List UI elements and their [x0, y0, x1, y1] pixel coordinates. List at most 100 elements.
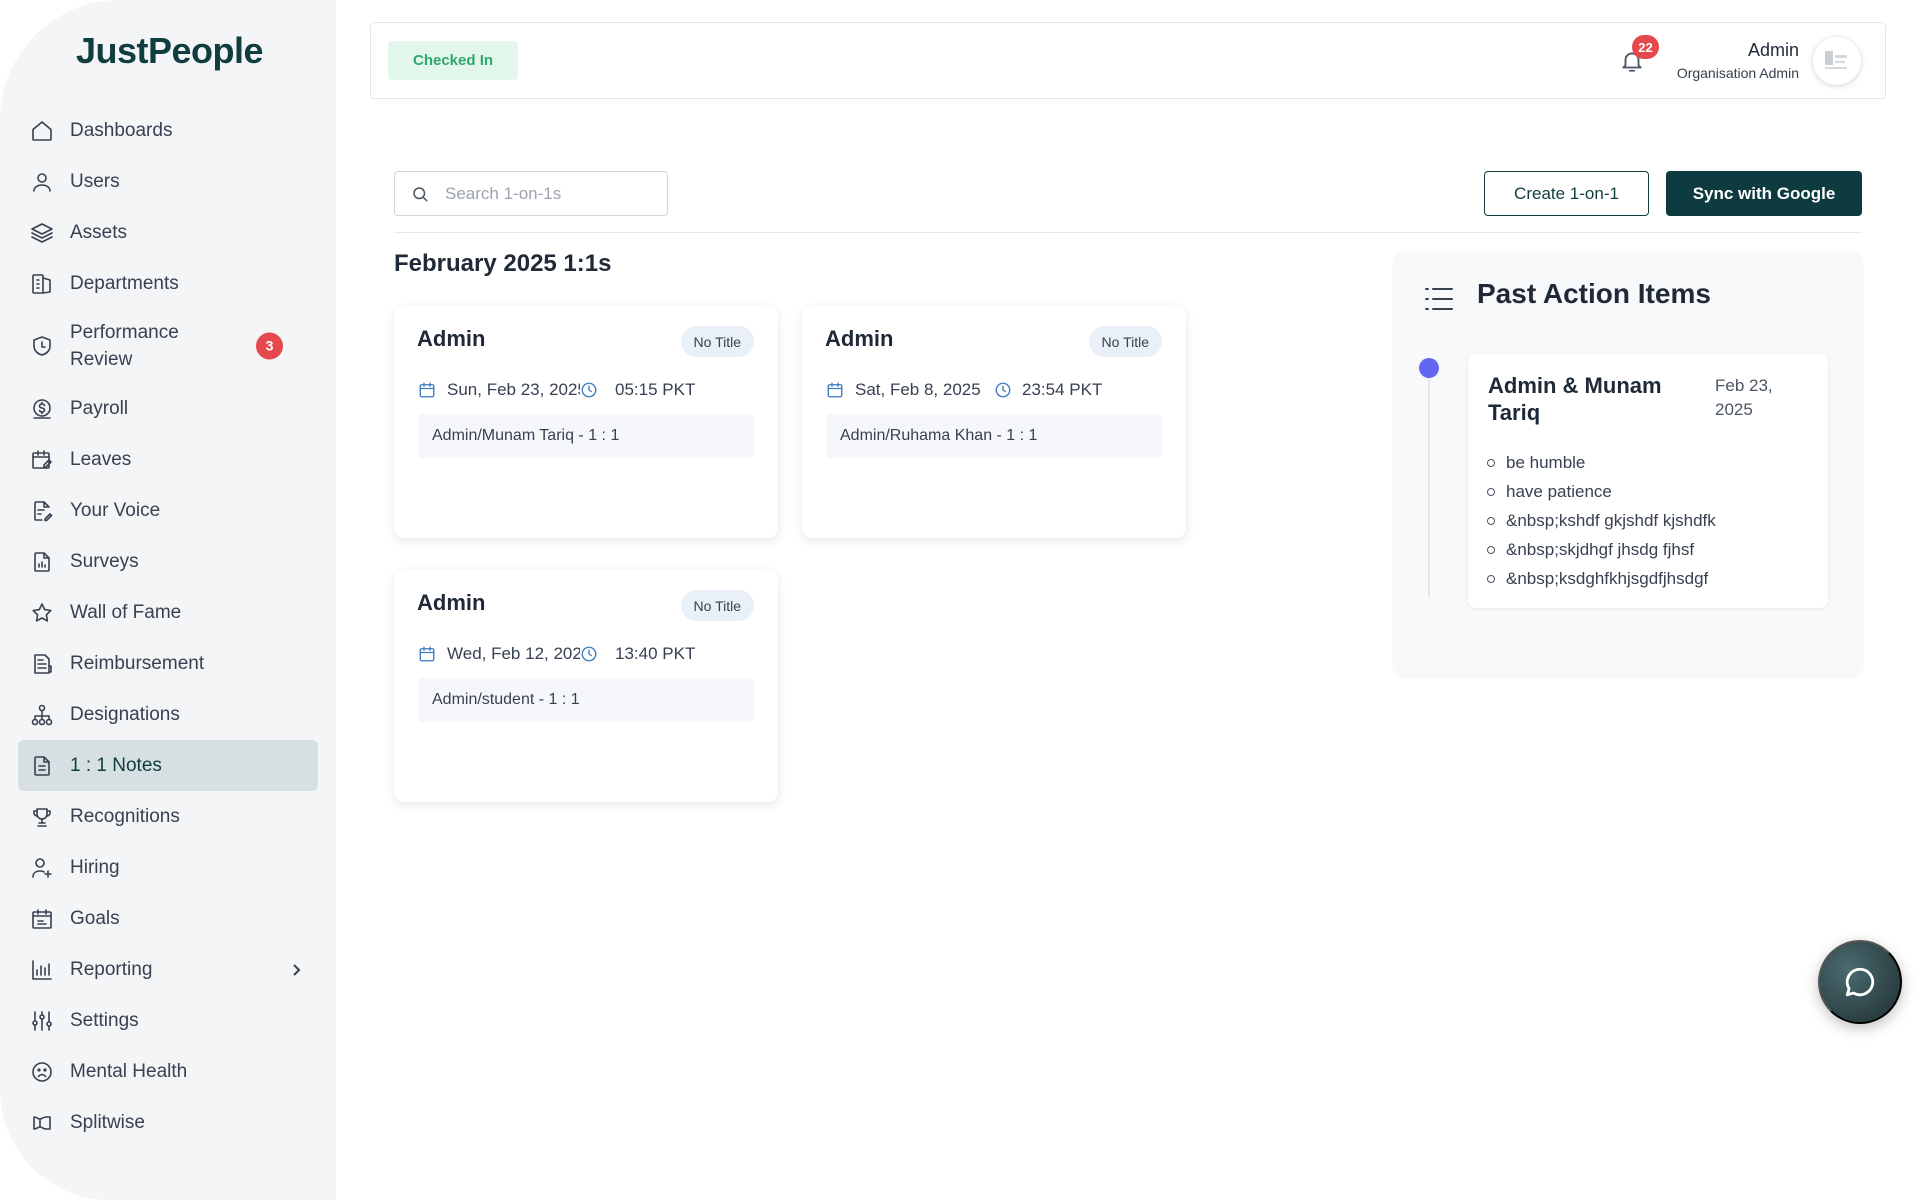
brand-logo[interactable]: JustPeople — [76, 30, 264, 72]
list-item: &nbsp;kshdf gkjshdf kjshdfk — [1487, 506, 1716, 535]
sidebar-item-leaves[interactable]: Leaves — [18, 434, 318, 485]
sidebar-item-label: Splitwise — [70, 1111, 145, 1133]
receipt-icon — [30, 652, 54, 676]
sidebar-item-recognitions[interactable]: Recognitions — [18, 791, 318, 842]
user-role: Organisation Admin — [1676, 65, 1799, 81]
sidebar-item-label: Leaves — [70, 448, 132, 470]
shield-icon — [30, 334, 54, 358]
sidebar-item-label: Departments — [70, 272, 179, 294]
card-datetime: Sun, Feb 23, 2025 05:15 PKT — [418, 378, 758, 402]
notification-count-badge: 22 — [1632, 35, 1659, 59]
survey-icon — [30, 550, 54, 574]
search-input[interactable] — [445, 172, 655, 215]
calendar-icon — [418, 645, 436, 663]
notes-icon — [30, 754, 54, 778]
sidebar: JustPeople Dashboards Users Assets Depar… — [0, 0, 336, 1200]
sidebar-item-hiring[interactable]: Hiring — [18, 842, 318, 893]
user-info[interactable]: Admin Organisation Admin — [1677, 38, 1799, 84]
sidebar-item-label: Mental Health — [70, 1060, 188, 1082]
page-title: February 2025 1:1s — [394, 250, 612, 277]
card-host-name: Admin — [417, 326, 486, 351]
sidebar-item-reporting[interactable]: Reporting — [18, 944, 318, 995]
sidebar-item-goals[interactable]: Goals — [18, 893, 318, 944]
calendar-check-icon — [30, 907, 54, 931]
sidebar-item-mental-health[interactable]: Mental Health — [18, 1046, 318, 1097]
card-datetime: Sat, Feb 8, 2025 23:54 PKT — [826, 378, 1166, 402]
calendar-edit-icon — [30, 448, 54, 472]
meeting-card[interactable]: Admin No Title Sun, Feb 23, 2025 05:15 P… — [394, 306, 778, 538]
card-title-tag: No Title — [680, 590, 754, 621]
sidebar-item-label: Users — [70, 170, 120, 192]
sidebar-item-label: Payroll — [70, 397, 129, 419]
sidebar-item-splitwise[interactable]: Splitwise — [18, 1097, 318, 1148]
past-action-items-panel: Past Action Items Admin & Munam Tariq Fe… — [1394, 252, 1862, 676]
list-icon — [1424, 286, 1454, 312]
card-title-tag: No Title — [1088, 326, 1162, 357]
sidebar-item-label: 1 : 1 Notes — [70, 754, 162, 776]
chat-button[interactable] — [1818, 940, 1902, 1024]
sidebar-item-label: Settings — [70, 1009, 139, 1031]
sidebar-item-your-voice[interactable]: Your Voice — [18, 485, 318, 536]
card-date: Sat, Feb 8, 2025 — [855, 380, 981, 399]
sidebar-item-dashboards[interactable]: Dashboards — [18, 105, 318, 156]
trophy-icon — [30, 805, 54, 829]
checked-in-status-badge[interactable]: Checked In — [388, 41, 519, 80]
sidebar-item-users[interactable]: Users — [18, 156, 318, 207]
sidebar-item-reimbursement[interactable]: Reimbursement — [18, 638, 318, 689]
sync-with-google-button[interactable]: Sync with Google — [1666, 171, 1862, 216]
create-one-on-one-button[interactable]: Create 1-on-1 — [1484, 171, 1649, 216]
calendar-icon — [826, 381, 844, 399]
sidebar-item-payroll[interactable]: Payroll — [18, 383, 318, 434]
sidebar-item-one-on-one-notes[interactable]: 1 : 1 Notes — [18, 740, 318, 791]
card-time: 23:54 PKT — [1022, 380, 1103, 399]
sidebar-item-designations[interactable]: Designations — [18, 689, 318, 740]
layers-icon — [30, 221, 54, 245]
star-icon — [30, 601, 54, 625]
meeting-card[interactable]: Admin No Title Sat, Feb 8, 2025 23:54 PK… — [802, 306, 1186, 538]
departments-icon — [30, 272, 54, 296]
list-item: &nbsp;ksdghfkhjsgdfjhsdgf — [1487, 564, 1716, 593]
sidebar-item-label: Surveys — [70, 550, 139, 572]
search-box[interactable] — [394, 171, 668, 216]
sidebar-item-label: Hiring — [70, 856, 120, 878]
action-item-card[interactable]: Admin & Munam Tariq Feb 23, 2025 be humb… — [1468, 354, 1828, 608]
sidebar-item-surveys[interactable]: Surveys — [18, 536, 318, 587]
action-item-participants: Admin & Munam Tariq — [1488, 373, 1662, 425]
sidebar-item-departments[interactable]: Departments — [18, 258, 318, 309]
card-topic: Admin/student - 1 : 1 — [418, 678, 754, 722]
card-host-name: Admin — [825, 326, 894, 351]
sidebar-item-assets[interactable]: Assets — [18, 207, 318, 258]
avatar[interactable] — [1813, 37, 1861, 85]
calendar-icon — [418, 381, 436, 399]
chat-bubble-icon — [1845, 967, 1875, 997]
sidebar-item-label: Your Voice — [70, 499, 161, 521]
sidebar-item-label: Reporting — [70, 958, 153, 980]
top-bar: Checked In 22 Admin Organisation Admin — [370, 22, 1886, 99]
sidebar-item-performance-review[interactable]: Performance Review 3 — [18, 309, 318, 383]
sidebar-item-label: Reimbursement — [70, 652, 205, 674]
sidebar-nav: Dashboards Users Assets Departments Perf… — [18, 105, 318, 1148]
card-time: 13:40 PKT — [615, 644, 696, 663]
sidebar-item-settings[interactable]: Settings — [18, 995, 318, 1046]
meeting-card[interactable]: Admin No Title Wed, Feb 12, 2025 13:40 P… — [394, 570, 778, 802]
card-date: Wed, Feb 12, 2025 — [447, 644, 592, 663]
sidebar-item-label: Goals — [70, 907, 120, 929]
avatar-placeholder-icon — [1825, 51, 1847, 69]
sidebar-item-wall-of-fame[interactable]: Wall of Fame — [18, 587, 318, 638]
card-topic: Admin/Munam Tariq - 1 : 1 — [418, 414, 754, 458]
chevron-right-icon[interactable] — [288, 962, 304, 978]
home-icon — [30, 119, 54, 143]
timeline-dot — [1419, 358, 1439, 378]
card-topic: Admin/Ruhama Khan - 1 : 1 — [826, 414, 1162, 458]
bar-chart-icon — [30, 958, 54, 982]
list-item: have patience — [1487, 477, 1716, 506]
card-date: Sun, Feb 23, 2025 — [447, 380, 587, 399]
user-icon — [30, 170, 54, 194]
clock-icon — [580, 381, 598, 399]
sidebar-item-label: Performance Review — [70, 322, 179, 370]
panel-title: Past Action Items — [1477, 278, 1711, 309]
sidebar-item-label: Wall of Fame — [70, 601, 182, 623]
performance-review-badge: 3 — [256, 332, 283, 360]
search-icon — [411, 185, 429, 203]
card-title-tag: No Title — [680, 326, 754, 357]
